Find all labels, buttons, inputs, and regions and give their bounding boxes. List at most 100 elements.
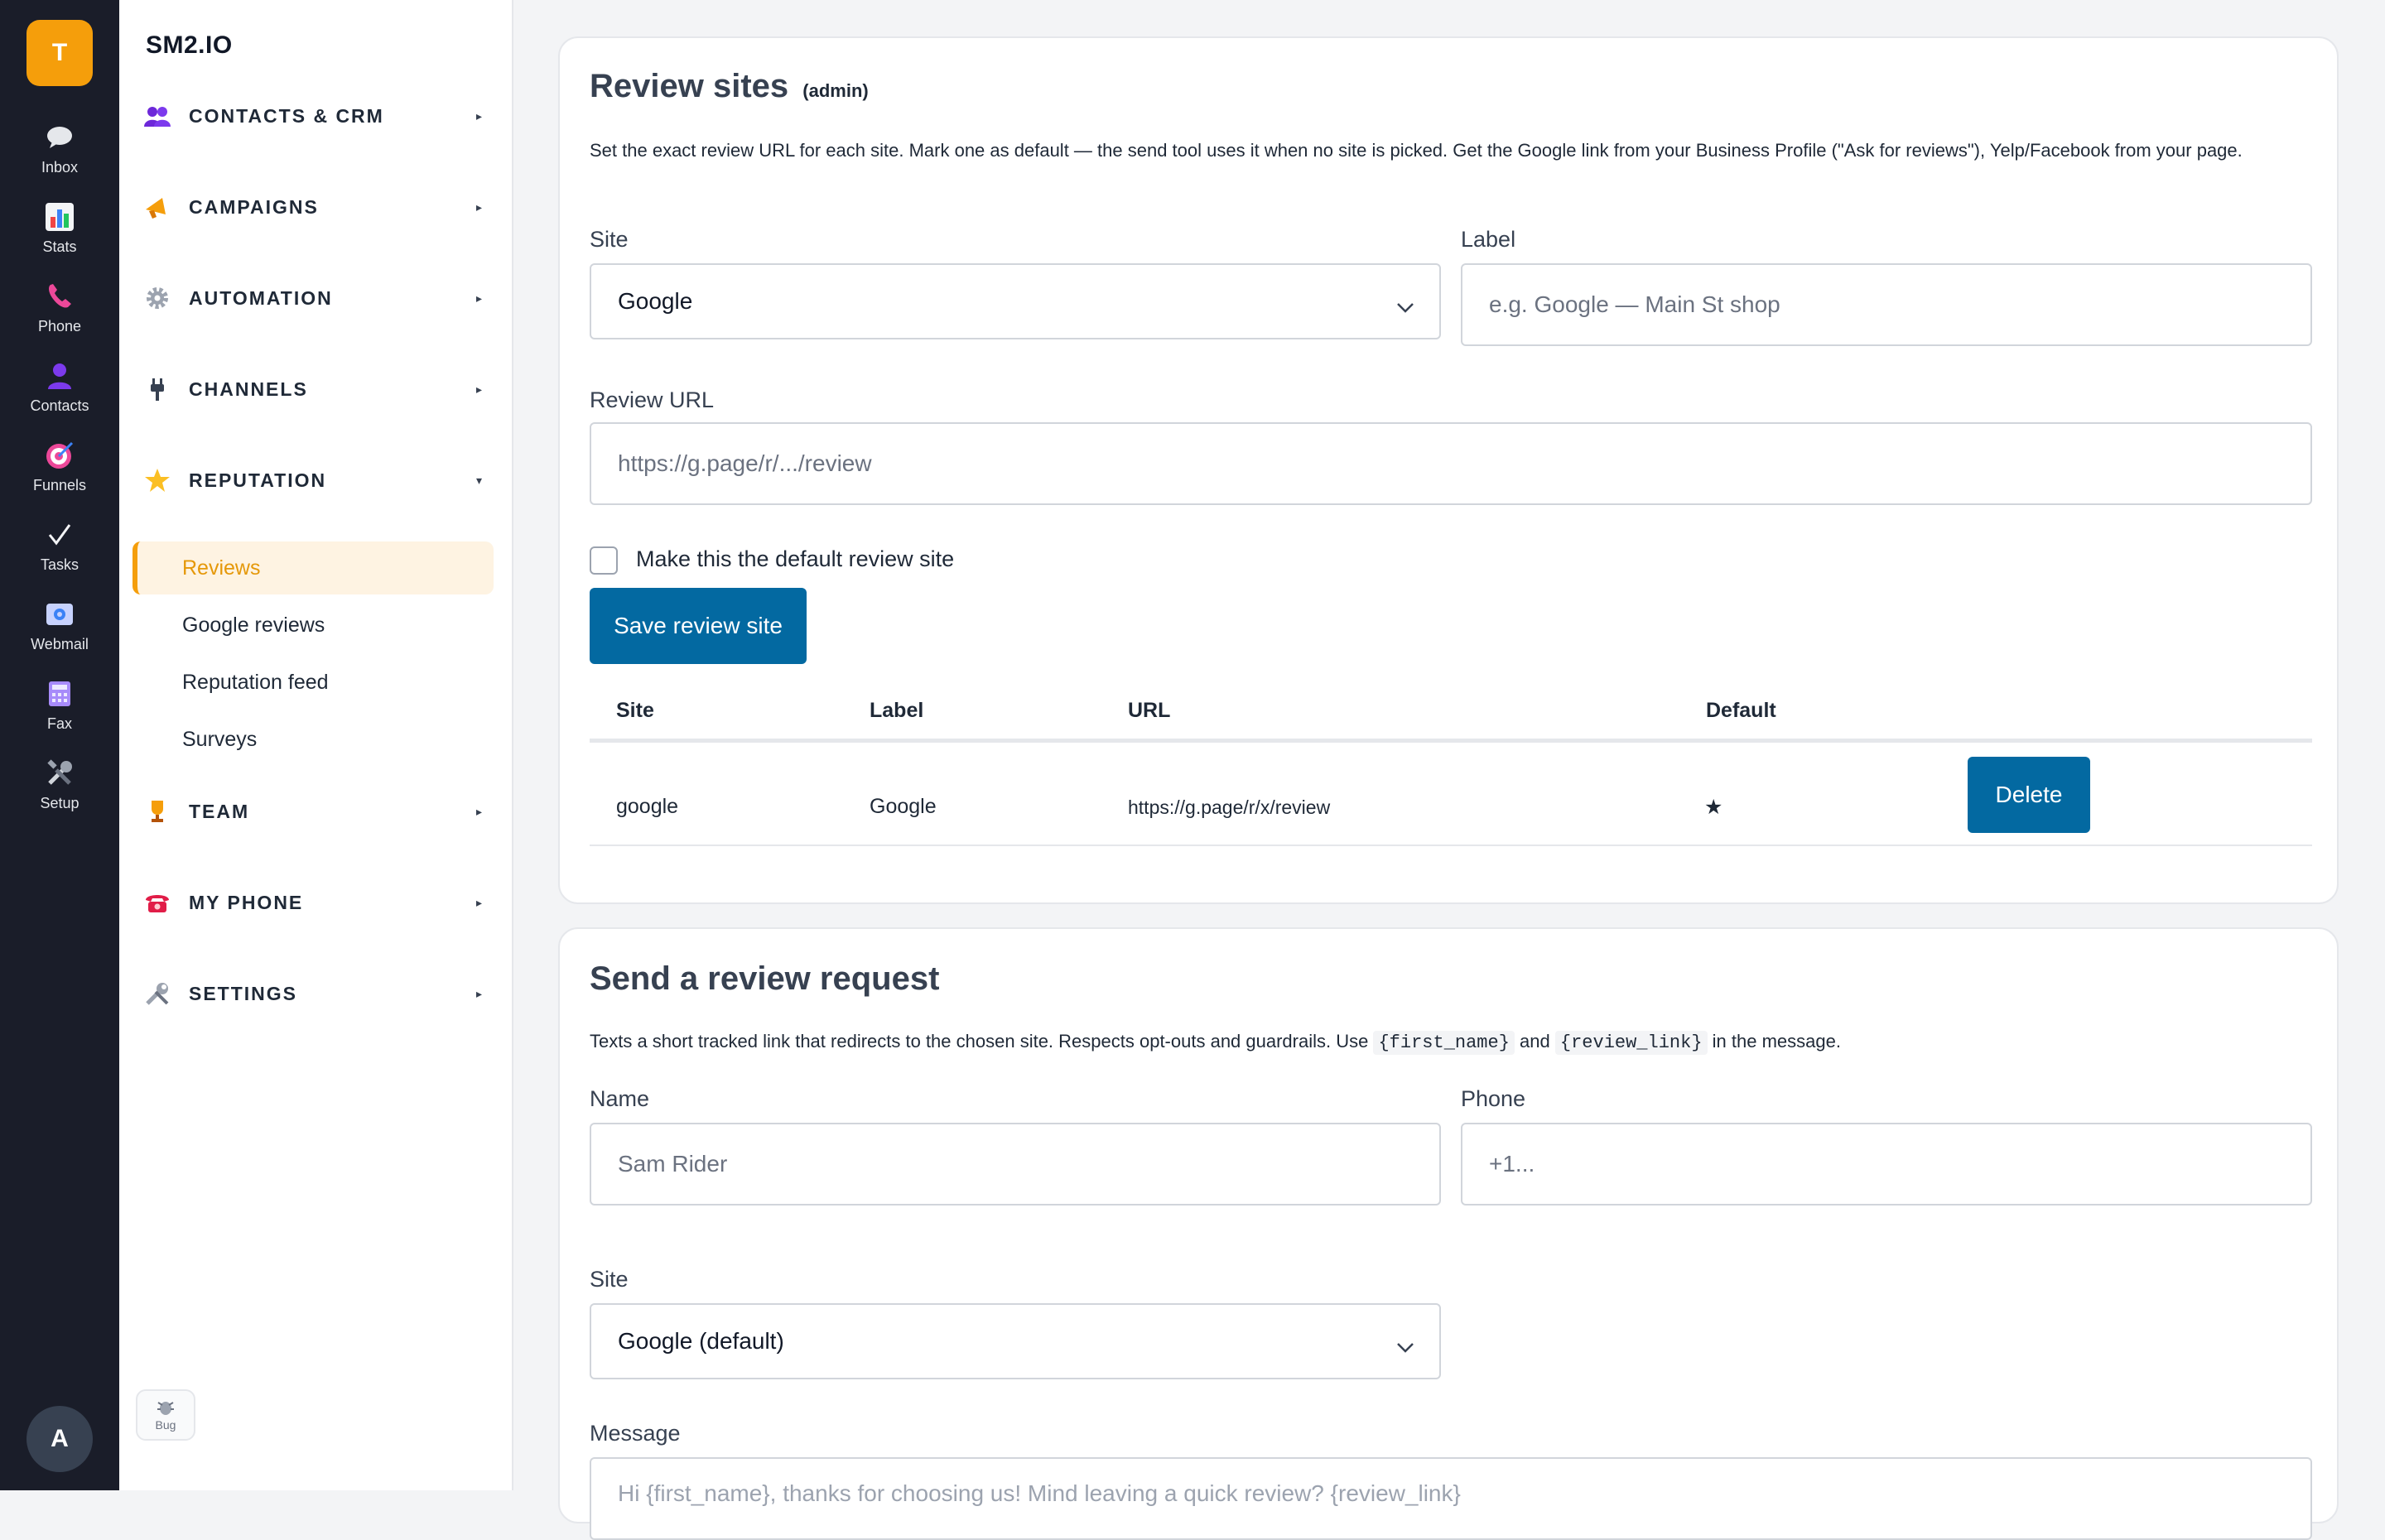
rail-item-tasks[interactable]: Tasks — [0, 518, 119, 590]
phone-input[interactable] — [1489, 1124, 2310, 1204]
chevron-right-icon: ▸ — [475, 200, 482, 214]
sidebar-item-google-reviews[interactable]: Google reviews — [132, 599, 494, 652]
rail-item-funnels[interactable]: Funnels — [0, 439, 119, 510]
rail-item-label: Inbox — [41, 159, 79, 176]
nav-section-settings[interactable]: SETTINGS ▸ — [142, 969, 490, 1018]
sidebar-item-reputation-feed[interactable]: Reputation feed — [132, 656, 494, 709]
bug-label: Bug — [155, 1417, 176, 1432]
desc-text-2: and — [1520, 1031, 1550, 1052]
nav-section-campaigns[interactable]: CAMPAIGNS ▸ — [142, 182, 490, 232]
rail-item-label: Stats — [42, 238, 77, 255]
person-icon — [43, 359, 76, 392]
save-review-site-button[interactable]: Save review site — [590, 588, 807, 664]
nav-section-label: MY PHONE — [189, 891, 304, 913]
bug-icon — [156, 1399, 176, 1418]
site-label: Site — [590, 227, 629, 252]
chevron-down-icon — [1396, 1333, 1414, 1360]
nav-section-contacts-crm[interactable]: CONTACTS & CRM ▸ — [142, 91, 490, 141]
name-label: Name — [590, 1086, 650, 1111]
nav-section-automation[interactable]: AUTOMATION ▸ — [142, 273, 490, 323]
trophy-icon — [142, 796, 172, 826]
user-avatar[interactable]: A — [26, 1406, 93, 1472]
sidebar-item-reviews[interactable]: Reviews — [132, 541, 494, 594]
nav-section-my-phone[interactable]: MY PHONE ▸ — [142, 878, 490, 927]
send-request-title: Send a review request — [590, 960, 940, 997]
nav-section-reputation[interactable]: REPUTATION ▾ — [142, 455, 490, 505]
row-url: https://g.page/r/x/review — [1128, 796, 1331, 818]
default-site-checkbox[interactable] — [590, 546, 618, 575]
label-field-label: Label — [1461, 227, 1516, 252]
brand-name: SM2.IO — [146, 31, 233, 59]
chevron-right-icon: ▸ — [475, 291, 482, 305]
nav-section-label: AUTOMATION — [189, 286, 333, 309]
table-header-label: Label — [870, 699, 924, 722]
chevron-right-icon: ▸ — [475, 895, 482, 909]
rail-item-phone[interactable]: Phone — [0, 280, 119, 351]
send-request-description: Texts a short tracked link that redirect… — [590, 1027, 2307, 1058]
table-row-divider — [590, 845, 2312, 846]
rail-item-stats[interactable]: Stats — [0, 200, 119, 272]
sidebar: SM2.IO CONTACTS & CRM ▸ CAMPAIGNS ▸ AUTO… — [119, 0, 513, 1490]
phone-icon — [43, 280, 76, 313]
review-link-token: {review_link} — [1554, 1031, 1708, 1055]
send-review-request-card: Send a review request Texts a short trac… — [558, 927, 2339, 1540]
request-site-select-value: Google (default) — [618, 1328, 784, 1354]
telephone-icon — [142, 888, 172, 917]
nav-section-label: SETTINGS — [189, 982, 298, 1004]
rail-item-label: Setup — [40, 795, 80, 811]
chevron-down-icon: ▾ — [475, 473, 482, 487]
first-name-token: {first_name} — [1373, 1031, 1515, 1055]
request-site-label: Site — [590, 1267, 629, 1292]
nav-section-channels[interactable]: CHANNELS ▸ — [142, 364, 490, 414]
desc-text-1: Texts a short tracked link that redirect… — [590, 1031, 1369, 1052]
rail-item-label: Funnels — [32, 477, 87, 493]
default-star-icon: ★ — [1704, 796, 1723, 819]
admin-tag: (admin) — [802, 80, 869, 101]
chevron-right-icon: ▸ — [475, 108, 482, 123]
rail-item-label: Webmail — [31, 636, 89, 652]
megaphone-icon — [142, 192, 172, 222]
rail-item-fax[interactable]: Fax — [0, 677, 119, 748]
chevron-right-icon: ▸ — [475, 804, 482, 818]
message-textarea[interactable]: Hi {first_name}, thanks for choosing us!… — [590, 1457, 2312, 1540]
bar-chart-icon — [43, 200, 76, 233]
table-header-divider — [590, 739, 2312, 743]
delete-button[interactable]: Delete — [1968, 757, 2090, 833]
label-input-wrapper — [1461, 263, 2312, 346]
review-sites-title: Review sites (admin) — [590, 68, 869, 105]
nav-section-team[interactable]: TEAM ▸ — [142, 787, 490, 836]
chevron-right-icon: ▸ — [475, 382, 482, 396]
app-rail: T Inbox Stats Phone Contacts Funnels Tas — [0, 0, 119, 1490]
chevron-right-icon: ▸ — [475, 986, 482, 1000]
desc-text-3: in the message. — [1712, 1031, 1841, 1052]
rail-item-contacts[interactable]: Contacts — [0, 359, 119, 431]
review-sites-card: Review sites (admin) Set the exact revie… — [558, 36, 2339, 904]
plug-icon — [142, 374, 172, 404]
site-select-value: Google — [618, 288, 693, 314]
sidebar-item-surveys[interactable]: Surveys — [132, 713, 494, 766]
rail-item-webmail[interactable]: Webmail — [0, 598, 119, 669]
target-icon — [43, 439, 76, 472]
bug-report-button[interactable]: Bug — [136, 1389, 195, 1441]
phone-label: Phone — [1461, 1086, 1526, 1111]
site-select[interactable]: Google — [590, 263, 1441, 339]
people-icon — [142, 101, 172, 131]
table-header-site: Site — [616, 699, 654, 722]
name-input[interactable] — [618, 1124, 1439, 1204]
default-site-checkbox-label[interactable]: Make this the default review site — [636, 546, 954, 572]
workspace-logo[interactable]: T — [26, 20, 93, 86]
rail-item-inbox[interactable]: Inbox — [0, 121, 119, 192]
request-site-select[interactable]: Google (default) — [590, 1303, 1441, 1379]
rail-item-label: Contacts — [30, 397, 89, 414]
name-input-wrapper — [590, 1123, 1441, 1206]
review-url-input[interactable] — [618, 424, 2310, 503]
review-url-label: Review URL — [590, 387, 715, 412]
nav-section-label: REPUTATION — [189, 469, 327, 491]
row-site: google — [616, 795, 679, 818]
tools-icon — [43, 757, 76, 790]
star-icon — [142, 465, 172, 495]
label-input[interactable] — [1489, 265, 2310, 344]
mail-icon — [43, 598, 76, 631]
rail-item-setup[interactable]: Setup — [0, 757, 119, 828]
table-header-url: URL — [1128, 699, 1171, 722]
